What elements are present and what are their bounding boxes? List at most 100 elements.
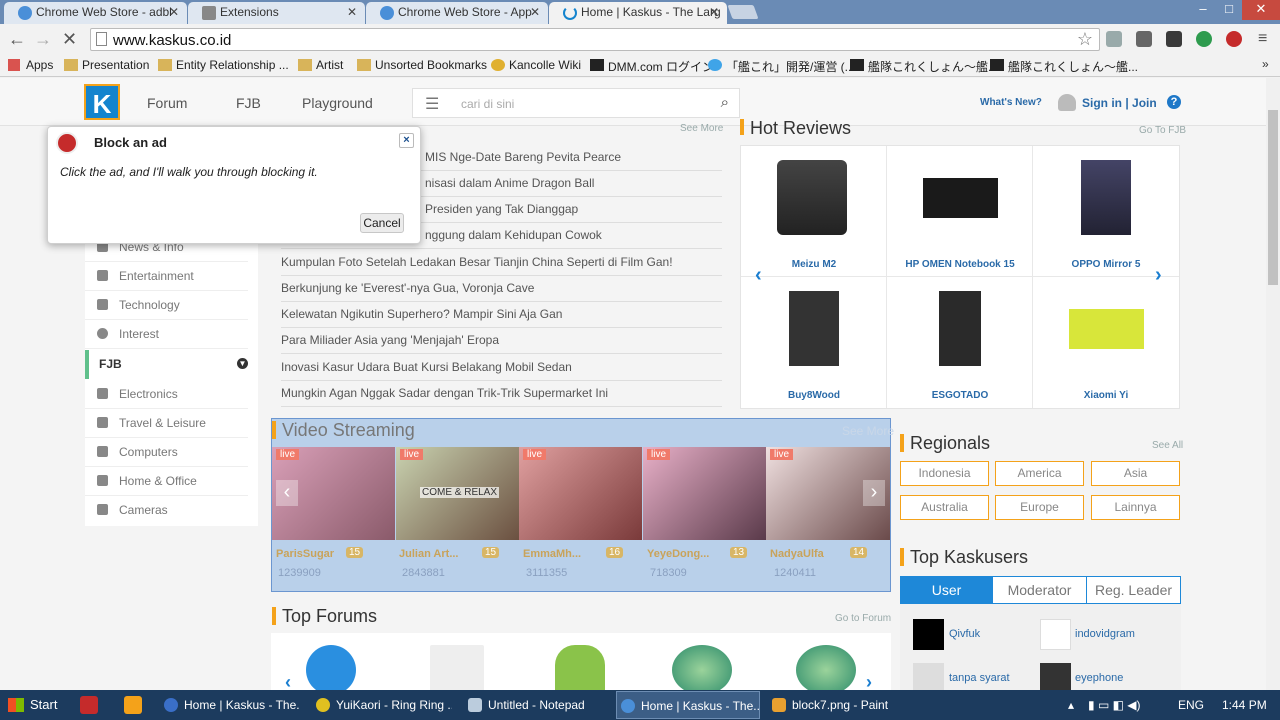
extension-icon[interactable]	[1106, 31, 1122, 47]
nav-playground[interactable]: Playground	[302, 95, 373, 111]
go-to-forum-link[interactable]: Go to Forum	[835, 613, 891, 624]
help-icon[interactable]: ?	[1167, 95, 1181, 109]
forum-icon[interactable]	[306, 645, 356, 695]
bookmark-folder[interactable]: Entity Relationship ...	[158, 58, 289, 72]
sidebar-item-home-office[interactable]: Home & Office	[85, 467, 248, 496]
clock[interactable]: 1:44 PM	[1222, 691, 1267, 719]
scrollbar-thumb[interactable]	[1268, 110, 1278, 285]
news-item[interactable]: Inovasi Kasur Udara Buat Kursi Belakang …	[281, 355, 722, 381]
bookmark-link[interactable]: 艦隊これくしょん〜艦...	[850, 58, 998, 75]
bookmark-star-icon[interactable]: ☆	[1077, 29, 1093, 50]
search-icon[interactable]: ⌕	[721, 94, 729, 111]
sidebar-item-travel-leisure[interactable]: Travel & Leisure	[85, 409, 248, 438]
adblock-icon[interactable]	[1226, 31, 1242, 47]
region-button[interactable]: Lainnya	[1091, 495, 1180, 520]
extension-icon[interactable]	[1166, 31, 1182, 47]
news-item[interactable]: Para Miliader Asia yang 'Menjajah' Eropa	[281, 328, 722, 354]
forward-icon[interactable]: →	[34, 30, 52, 48]
more-bookmarks-icon[interactable]: »	[1262, 57, 1269, 71]
tray-icons[interactable]: ▮ ▭ ◧ ◀)	[1088, 691, 1141, 719]
new-tab-button[interactable]	[727, 5, 759, 19]
close-window-button[interactable]: ✕	[1242, 0, 1280, 20]
close-tab-icon[interactable]: ✕	[347, 5, 357, 19]
taskbar-item-kaskus-2[interactable]: Home | Kaskus - The...	[616, 691, 760, 719]
close-tab-icon[interactable]: ✕	[169, 5, 179, 19]
close-tab-icon[interactable]: ✕	[709, 5, 719, 19]
video-thumbnail[interactable]: live	[643, 447, 766, 540]
taskbar-item-yuikaori[interactable]: YuiKaori - Ring Ring ...	[312, 691, 452, 719]
streamer-name[interactable]: NadyaUlfa	[770, 548, 824, 560]
maximize-button[interactable]: □	[1216, 0, 1242, 20]
tab-user[interactable]: User	[900, 576, 993, 604]
whats-new-link[interactable]: What's New?	[980, 97, 1042, 108]
menu-icon[interactable]: ≡	[1258, 30, 1267, 48]
product-card[interactable]: OPPO Mirror 5	[1033, 146, 1179, 277]
streamer-name[interactable]: YeyeDong...	[647, 548, 709, 560]
back-icon[interactable]: ←	[8, 30, 26, 48]
regionals-see-all-link[interactable]: See All	[1152, 440, 1183, 451]
sidebar-item-interest[interactable]: Interest	[85, 320, 248, 349]
stop-icon[interactable]: ✕	[62, 30, 77, 48]
tab-reg-leader[interactable]: Reg. Leader	[1086, 576, 1181, 604]
pinned-app-icon[interactable]	[80, 696, 98, 714]
kaskuser-name[interactable]: Qivfuk	[949, 628, 980, 640]
taskbar-item-notepad[interactable]: Untitled - Notepad	[464, 691, 604, 719]
video-next-icon[interactable]: ›	[863, 480, 885, 506]
bookmark-apps[interactable]: Apps	[8, 58, 53, 72]
region-button[interactable]: Asia	[1091, 461, 1180, 486]
sidebar-item-fjb[interactable]: FJB ▼	[85, 350, 258, 379]
avatar[interactable]	[913, 619, 944, 650]
news-forum-icon[interactable]	[430, 645, 484, 695]
product-card[interactable]: HP OMEN Notebook 15	[887, 146, 1033, 277]
bookmark-link[interactable]: 「艦これ」開発/運営 (...	[708, 58, 855, 75]
sidebar-item-computers[interactable]: Computers	[85, 438, 248, 467]
nav-forum[interactable]: Forum	[147, 95, 187, 111]
video-thumbnail[interactable]: live	[519, 447, 642, 540]
streamer-name[interactable]: Julian Art...	[399, 548, 459, 560]
sidebar-item-entertainment[interactable]: Entertainment	[85, 262, 248, 291]
video-prev-icon[interactable]: ‹	[276, 480, 298, 506]
region-button[interactable]: Europe	[995, 495, 1084, 520]
bookmark-folder[interactable]: Presentation	[64, 58, 149, 72]
globe-icon[interactable]	[672, 645, 732, 695]
close-tab-icon[interactable]: ✕	[530, 5, 540, 19]
product-card[interactable]: Meizu M2	[741, 146, 887, 277]
minimize-button[interactable]: –	[1190, 0, 1216, 20]
pinned-app-icon[interactable]	[124, 696, 142, 714]
bookmark-link[interactable]: 艦隊これくしょん〜艦...	[990, 58, 1138, 75]
news-see-more-link[interactable]: See More	[680, 123, 723, 134]
region-button[interactable]: Indonesia	[900, 461, 989, 486]
kaskuser-name[interactable]: indovidgram	[1075, 628, 1135, 640]
tab-kaskus-home[interactable]: Home | Kaskus - The Larg ✕	[549, 2, 727, 24]
address-bar[interactable]: www.kaskus.co.id ☆	[90, 28, 1100, 51]
kaskuser-name[interactable]: eyephone	[1075, 672, 1123, 684]
close-popup-button[interactable]: ×	[399, 133, 414, 148]
tray-expand-icon[interactable]: ▴	[1068, 691, 1074, 719]
extension-icon[interactable]	[1196, 31, 1212, 47]
news-item[interactable]: Kelewatan Ngikutin Superhero? Mampir Sin…	[281, 302, 722, 328]
search-box[interactable]: ☰ cari di sini ⌕	[412, 88, 740, 118]
video-thumbnail[interactable]: live COME & RELAX	[396, 447, 519, 540]
product-card[interactable]: Xiaomi Yi	[1033, 277, 1179, 408]
video-see-more-link[interactable]: See More	[842, 424, 894, 438]
start-button[interactable]: Start	[0, 690, 66, 720]
region-button[interactable]: Australia	[900, 495, 989, 520]
nav-fjb[interactable]: FJB	[236, 95, 261, 111]
tab-extensions[interactable]: Extensions ✕	[188, 2, 365, 24]
news-item[interactable]: Mungkin Agan Nggak Sadar dengan Trik-Tri…	[281, 381, 722, 407]
carousel-next-icon[interactable]: ›	[1155, 264, 1162, 287]
product-card[interactable]: ESGOTADO	[887, 277, 1033, 408]
kaskuser-name[interactable]: tanpa syarat	[949, 672, 1010, 684]
region-button[interactable]: America	[995, 461, 1084, 486]
sidebar-item-technology[interactable]: Technology	[85, 291, 248, 320]
streamer-name[interactable]: EmmaMh...	[523, 548, 581, 560]
product-card[interactable]: Buy8Wood	[741, 277, 887, 408]
avatar[interactable]	[1040, 619, 1071, 650]
cancel-button[interactable]: Cancel	[360, 213, 404, 233]
sidebar-item-electronics[interactable]: Electronics	[85, 380, 248, 409]
taskbar-item-kaskus-1[interactable]: Home | Kaskus - The...	[160, 691, 300, 719]
language-indicator[interactable]: ENG	[1178, 691, 1204, 719]
search-input[interactable]: cari di sini	[461, 97, 514, 111]
kaskus-logo[interactable]: K	[84, 84, 120, 120]
tab-chrome-web-store-1[interactable]: Chrome Web Store - adbl ✕	[4, 2, 187, 24]
